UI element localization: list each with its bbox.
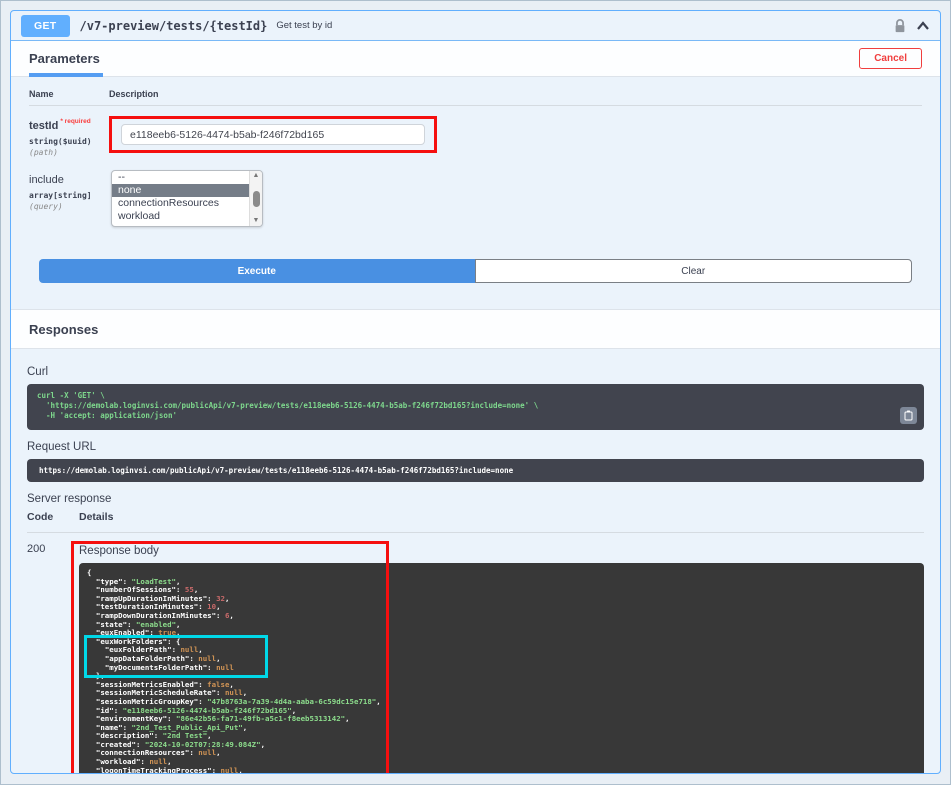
include-option-workload[interactable]: workload	[112, 210, 262, 223]
cancel-button[interactable]: Cancel	[859, 48, 922, 69]
operation-header[interactable]: GET /v7-preview/tests/{testId} Get test …	[11, 11, 940, 41]
execute-button[interactable]: Execute	[39, 259, 475, 283]
response-body-json: { "type": "LoadTest", "numberOfSessions"…	[79, 563, 924, 773]
param-name-include: include	[29, 174, 64, 186]
annotation-box-red-testid	[109, 116, 437, 153]
http-method-badge: GET	[21, 14, 70, 37]
lock-icon[interactable]	[893, 18, 907, 34]
response-body-section: Response body { "type": "LoadTest", "num…	[71, 541, 924, 773]
param-type: array[string]	[29, 191, 92, 200]
response-row-200: 200 Response body { "type": "LoadTest", …	[27, 533, 924, 773]
server-response-label: Server response	[27, 493, 112, 505]
listbox-scrollbar[interactable]: ▲ ▼	[249, 171, 262, 226]
response-body-label: Response body	[79, 545, 159, 557]
clear-button[interactable]: Clear	[474, 259, 912, 283]
column-header-code: Code	[27, 511, 54, 523]
request-url-label: Request URL	[27, 441, 97, 453]
scrollbar-thumb[interactable]	[252, 190, 260, 207]
curl-command: curl -X 'GET' \ 'https://demolab.loginvs…	[37, 391, 539, 420]
operation-summary: Get test by id	[276, 20, 333, 31]
status-code: 200	[27, 543, 46, 555]
param-name-testid: testId	[29, 120, 59, 132]
include-option-none[interactable]: none	[112, 184, 262, 197]
request-url-value: https://demolab.loginvsi.com/publicApi/v…	[27, 459, 924, 482]
scroll-up-icon[interactable]: ▲	[253, 172, 260, 180]
param-row-include: include array[string] (query) -- none conn…	[29, 170, 922, 227]
responses-section-header: Responses	[11, 309, 940, 349]
operation-block-get: GET /v7-preview/tests/{testId} Get test …	[10, 10, 941, 774]
tab-parameters[interactable]: Parameters	[29, 41, 103, 77]
param-row-testid: testId * required string($uuid) (path)	[29, 116, 922, 157]
parameters-section-header: Parameters Cancel	[11, 41, 940, 77]
param-location: (query)	[29, 202, 63, 211]
param-type: string($uuid)	[29, 137, 92, 146]
param-location: (path)	[29, 148, 58, 157]
column-header-details: Details	[79, 511, 114, 523]
column-header-name: Name	[29, 89, 54, 99]
copy-to-clipboard-icon[interactable]	[900, 407, 917, 424]
include-select[interactable]: -- none connectionResources workload ▲ ▼	[111, 170, 263, 227]
responses-body: Curl curl -X 'GET' \ 'https://demolab.lo…	[11, 349, 940, 773]
include-option---[interactable]: --	[112, 171, 262, 184]
required-label: * required	[60, 117, 91, 125]
operation-path: /v7-preview/tests/{testId}	[79, 18, 268, 33]
column-header-description: Description	[109, 89, 159, 99]
curl-block: curl -X 'GET' \ 'https://demolab.loginvs…	[27, 384, 924, 430]
scroll-down-icon[interactable]: ▼	[253, 217, 260, 225]
responses-title: Responses	[29, 321, 99, 337]
testid-input[interactable]	[121, 124, 425, 145]
include-option-connectionResources[interactable]: connectionResources	[112, 197, 262, 210]
chevron-up-icon[interactable]	[916, 20, 930, 31]
curl-label: Curl	[27, 366, 49, 378]
parameters-body: Name Description testId * required string…	[11, 77, 940, 309]
